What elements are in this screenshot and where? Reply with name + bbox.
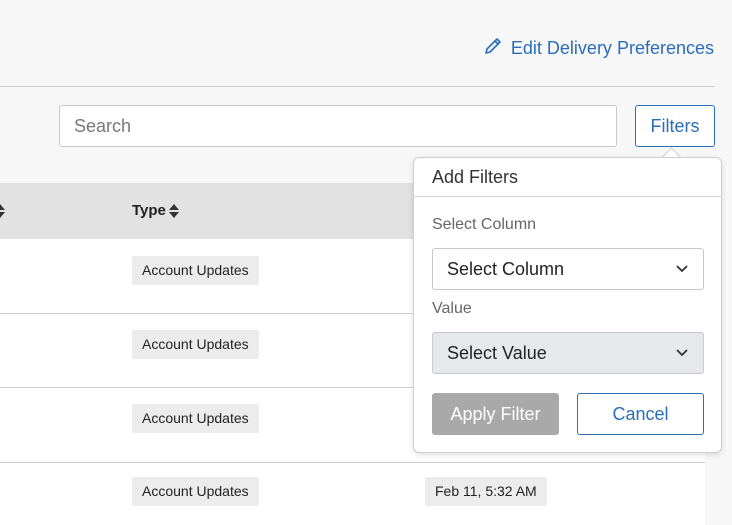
chevron-down-icon [675,259,689,280]
sort-icon[interactable] [0,203,5,219]
date-badge: Feb 11, 5:32 AM [425,477,547,506]
header-divider [0,86,715,87]
type-badge: Account Updates [132,330,259,359]
select-column-label: Select Column [432,216,537,233]
value-label: Value [432,300,472,317]
type-badge: Account Updates [132,256,259,285]
chevron-down-icon [675,343,689,364]
select-value-value: Select Value [447,342,547,363]
search-input[interactable] [59,105,617,147]
sort-icon [168,203,179,219]
select-value-dropdown[interactable]: Select Value [432,332,704,374]
type-badge: Account Updates [132,477,259,506]
filters-button[interactable]: Filters [635,105,715,147]
cancel-button[interactable]: Cancel [577,393,704,435]
select-column-dropdown[interactable]: Select Column [432,248,704,290]
popover-divider [414,196,721,197]
edit-delivery-preferences-link[interactable]: Edit Delivery Preferences [483,36,714,61]
column-header-label: Type [132,202,166,219]
table-row[interactable]: Account Updates Feb 11, 5:32 AM [0,463,705,525]
pencil-icon [483,36,503,61]
select-column-value: Select Column [447,258,565,279]
apply-filter-button[interactable]: Apply Filter [432,393,559,435]
add-filters-popover: Add Filters Select Column Select Column … [413,157,722,453]
edit-link-label: Edit Delivery Preferences [510,38,714,58]
column-header-type[interactable]: Type [132,202,179,219]
popover-title: Add Filters [432,167,519,187]
type-badge: Account Updates [132,404,259,433]
